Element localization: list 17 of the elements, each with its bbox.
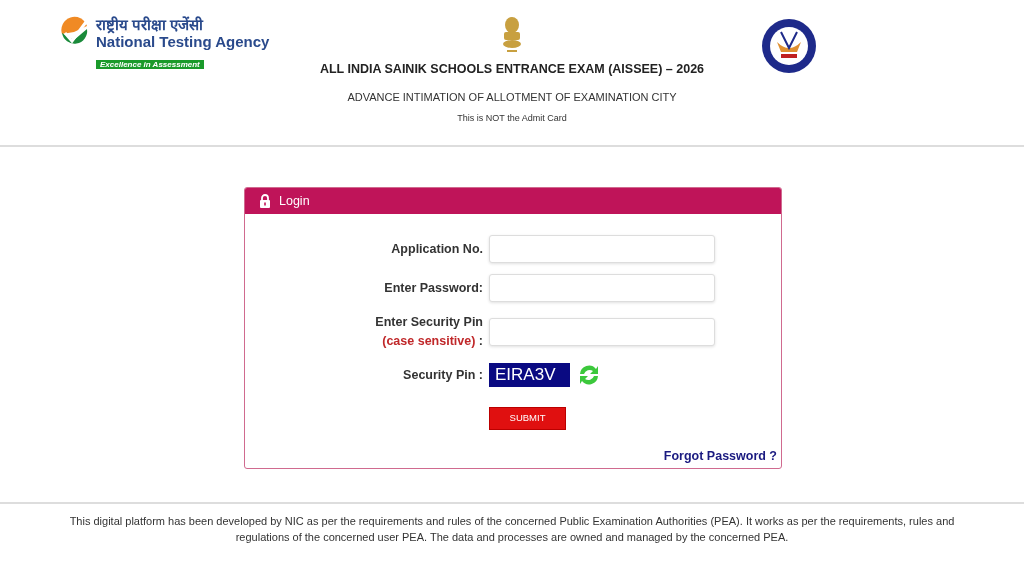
login-title: Login [279,192,310,210]
page-subtitle: ADVANCE INTIMATION OF ALLOTMENT OF EXAMINATION CITY [347,90,677,105]
notice-text: This is NOT the Admit Card [456,111,568,125]
agency-hindi-name: राष्ट्रीय परीक्षा एजेंसी [96,16,205,33]
field-label: Enter Password: [384,280,483,295]
submit-button[interactable]: SUBMIT [489,407,566,430]
forgot-password-link[interactable]: Forgot Password ? [663,449,777,463]
field-label: Security Pin : [403,367,483,382]
field-label: Enter Security Pin [375,315,483,329]
exam-title: ALL INDIA SAINIK SCHOOLS ENTRANCE EXAM (AISSEE) – 2026 [319,61,705,78]
label-colon: : [478,334,483,348]
footer-text: This digital platform has been developed by NIC as per the requirements and rules of the concerned Public Examination Authorities (PEA). It works as per the requirements, rules and regulations of the concerned user PEA. The data and processes are owned and managed by the concerned PEA. [69,515,955,543]
case-sensitive-note: (case sensitive) [382,334,476,348]
tagline: Excellence in Assessment [96,60,204,69]
captcha-image: EIRA3V [489,363,570,387]
field-label: Application No. [391,241,483,256]
agency-name: National Testing Agency [96,33,270,50]
